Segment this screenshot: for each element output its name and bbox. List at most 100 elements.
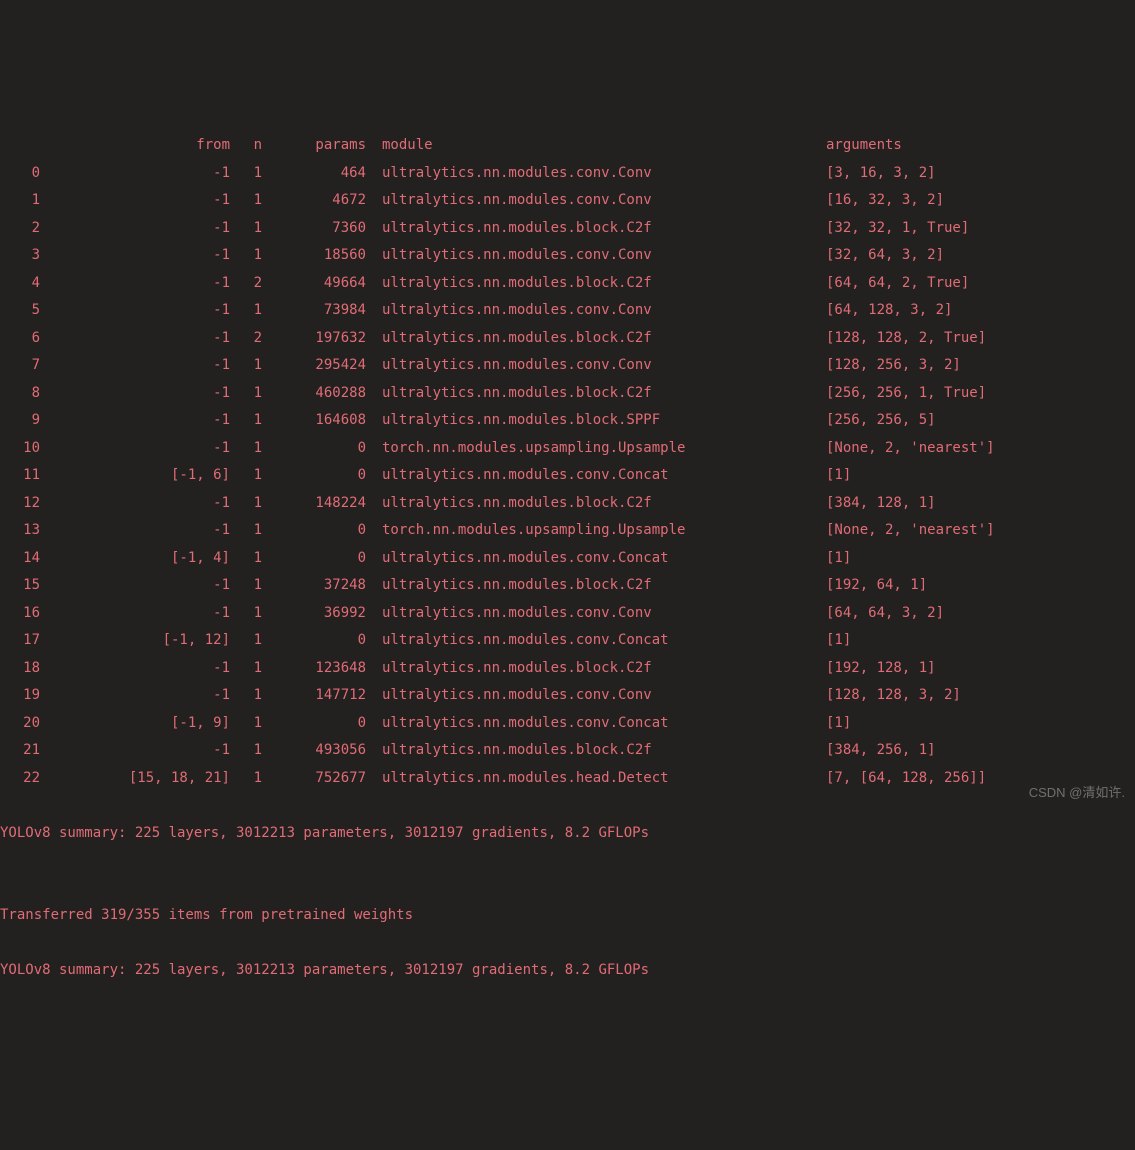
cell-params: 0 bbox=[262, 517, 366, 545]
header-params: params bbox=[262, 132, 366, 160]
cell-n: 1 bbox=[230, 160, 262, 188]
cell-idx: 22 bbox=[0, 765, 40, 793]
cell-idx: 21 bbox=[0, 737, 40, 765]
model-summary-table: fromnparamsmodulearguments0-11464ultraly… bbox=[0, 132, 1135, 792]
cell-params: 148224 bbox=[262, 490, 366, 518]
cell-idx: 2 bbox=[0, 215, 40, 243]
cell-args: [None, 2, 'nearest'] bbox=[826, 517, 1135, 545]
cell-n: 1 bbox=[230, 600, 262, 628]
cell-module: ultralytics.nn.modules.conv.Conv bbox=[366, 160, 826, 188]
summary-line-1: YOLOv8 summary: 225 layers, 3012213 para… bbox=[0, 820, 1135, 848]
cell-idx: 11 bbox=[0, 462, 40, 490]
header-n: n bbox=[230, 132, 262, 160]
cell-args: [32, 64, 3, 2] bbox=[826, 242, 1135, 270]
cell-args: [192, 64, 1] bbox=[826, 572, 1135, 600]
cell-n: 1 bbox=[230, 490, 262, 518]
cell-args: [128, 128, 2, True] bbox=[826, 325, 1135, 353]
cell-idx: 19 bbox=[0, 682, 40, 710]
table-row: 12-11148224ultralytics.nn.modules.block.… bbox=[0, 490, 1135, 518]
summary-line-2: YOLOv8 summary: 225 layers, 3012213 para… bbox=[0, 957, 1135, 985]
cell-module: ultralytics.nn.modules.conv.Concat bbox=[366, 545, 826, 573]
table-row: 18-11123648ultralytics.nn.modules.block.… bbox=[0, 655, 1135, 683]
cell-params: 49664 bbox=[262, 270, 366, 298]
cell-from: -1 bbox=[40, 242, 230, 270]
cell-args: [1] bbox=[826, 462, 1135, 490]
cell-params: 0 bbox=[262, 627, 366, 655]
cell-n: 1 bbox=[230, 187, 262, 215]
cell-args: [256, 256, 5] bbox=[826, 407, 1135, 435]
cell-params: 4672 bbox=[262, 187, 366, 215]
cell-args: [64, 64, 3, 2] bbox=[826, 600, 1135, 628]
cell-params: 493056 bbox=[262, 737, 366, 765]
table-row: 8-11460288ultralytics.nn.modules.block.C… bbox=[0, 380, 1135, 408]
cell-params: 0 bbox=[262, 435, 366, 463]
cell-from: -1 bbox=[40, 325, 230, 353]
cell-from: [-1, 6] bbox=[40, 462, 230, 490]
cell-from: -1 bbox=[40, 600, 230, 628]
table-row: 10-110torch.nn.modules.upsampling.Upsamp… bbox=[0, 435, 1135, 463]
cell-module: ultralytics.nn.modules.conv.Concat bbox=[366, 710, 826, 738]
table-row: 15-1137248ultralytics.nn.modules.block.C… bbox=[0, 572, 1135, 600]
cell-idx: 12 bbox=[0, 490, 40, 518]
cell-idx: 0 bbox=[0, 160, 40, 188]
cell-args: [192, 128, 1] bbox=[826, 655, 1135, 683]
cell-args: [64, 64, 2, True] bbox=[826, 270, 1135, 298]
cell-idx: 9 bbox=[0, 407, 40, 435]
cell-module: ultralytics.nn.modules.block.C2f bbox=[366, 380, 826, 408]
cell-module: ultralytics.nn.modules.conv.Concat bbox=[366, 627, 826, 655]
cell-n: 1 bbox=[230, 435, 262, 463]
cell-params: 464 bbox=[262, 160, 366, 188]
cell-args: [256, 256, 1, True] bbox=[826, 380, 1135, 408]
cell-params: 7360 bbox=[262, 215, 366, 243]
cell-from: -1 bbox=[40, 655, 230, 683]
cell-module: ultralytics.nn.modules.block.C2f bbox=[366, 215, 826, 243]
cell-module: ultralytics.nn.modules.block.C2f bbox=[366, 325, 826, 353]
cell-args: [None, 2, 'nearest'] bbox=[826, 435, 1135, 463]
cell-module: ultralytics.nn.modules.conv.Conv bbox=[366, 600, 826, 628]
table-row: 6-12197632ultralytics.nn.modules.block.C… bbox=[0, 325, 1135, 353]
cell-idx: 5 bbox=[0, 297, 40, 325]
cell-module: ultralytics.nn.modules.conv.Conv bbox=[366, 682, 826, 710]
cell-idx: 10 bbox=[0, 435, 40, 463]
cell-idx: 15 bbox=[0, 572, 40, 600]
table-row: 0-11464ultralytics.nn.modules.conv.Conv[… bbox=[0, 160, 1135, 188]
cell-from: [-1, 12] bbox=[40, 627, 230, 655]
cell-from: -1 bbox=[40, 682, 230, 710]
cell-idx: 1 bbox=[0, 187, 40, 215]
table-row: 3-1118560ultralytics.nn.modules.conv.Con… bbox=[0, 242, 1135, 270]
cell-from: [-1, 4] bbox=[40, 545, 230, 573]
cell-from: -1 bbox=[40, 380, 230, 408]
cell-module: ultralytics.nn.modules.block.C2f bbox=[366, 270, 826, 298]
cell-n: 2 bbox=[230, 325, 262, 353]
cell-n: 1 bbox=[230, 710, 262, 738]
cell-from: -1 bbox=[40, 407, 230, 435]
cell-idx: 3 bbox=[0, 242, 40, 270]
table-row: 14[-1, 4]10ultralytics.nn.modules.conv.C… bbox=[0, 545, 1135, 573]
cell-from: -1 bbox=[40, 737, 230, 765]
cell-args: [1] bbox=[826, 627, 1135, 655]
table-row: 13-110torch.nn.modules.upsampling.Upsamp… bbox=[0, 517, 1135, 545]
cell-n: 1 bbox=[230, 517, 262, 545]
cell-args: [1] bbox=[826, 545, 1135, 573]
cell-n: 1 bbox=[230, 215, 262, 243]
cell-params: 460288 bbox=[262, 380, 366, 408]
cell-params: 0 bbox=[262, 545, 366, 573]
cell-idx: 18 bbox=[0, 655, 40, 683]
table-row: 21-11493056ultralytics.nn.modules.block.… bbox=[0, 737, 1135, 765]
cell-from: -1 bbox=[40, 352, 230, 380]
cell-n: 1 bbox=[230, 627, 262, 655]
table-row: 17[-1, 12]10ultralytics.nn.modules.conv.… bbox=[0, 627, 1135, 655]
cell-module: ultralytics.nn.modules.conv.Conv bbox=[366, 352, 826, 380]
cell-from: -1 bbox=[40, 572, 230, 600]
cell-n: 1 bbox=[230, 352, 262, 380]
cell-params: 0 bbox=[262, 710, 366, 738]
cell-idx: 8 bbox=[0, 380, 40, 408]
cell-module: torch.nn.modules.upsampling.Upsample bbox=[366, 435, 826, 463]
cell-args: [3, 16, 3, 2] bbox=[826, 160, 1135, 188]
cell-args: [384, 256, 1] bbox=[826, 737, 1135, 765]
header-module: module bbox=[366, 132, 826, 160]
cell-module: ultralytics.nn.modules.conv.Conv bbox=[366, 297, 826, 325]
cell-idx: 6 bbox=[0, 325, 40, 353]
cell-module: ultralytics.nn.modules.block.C2f bbox=[366, 655, 826, 683]
table-header-row: fromnparamsmodulearguments bbox=[0, 132, 1135, 160]
